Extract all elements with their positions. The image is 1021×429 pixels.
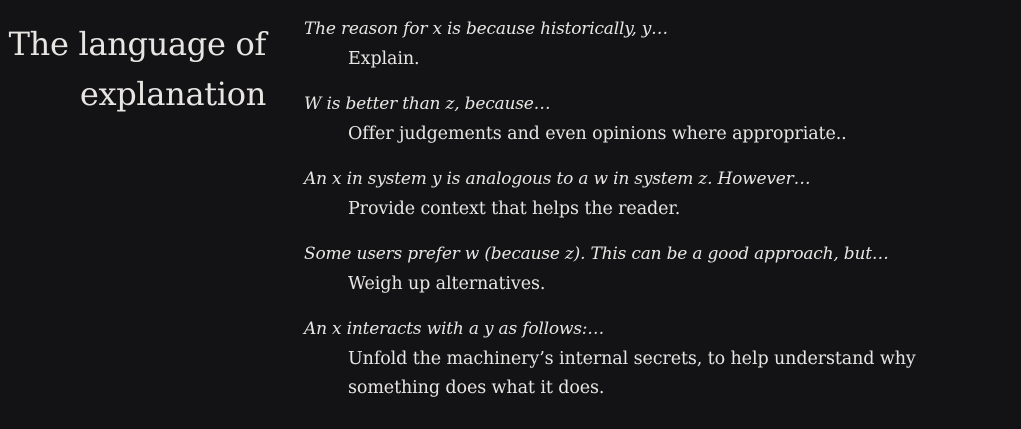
phrase-description: Unfold the machinery’s internal secrets,…	[348, 349, 916, 398]
section-heading: The language of explanation	[8, 25, 267, 113]
phrase-term: W is better than z, because…	[304, 94, 551, 114]
phrase-term: Some users prefer w (because z). This ca…	[304, 244, 889, 264]
phrase-description: Provide context that helps the reader.	[348, 199, 681, 219]
phrase-term: An x interacts with a y as follows:…	[304, 319, 605, 339]
phrase-description: Weigh up alternatives.	[348, 274, 546, 294]
phrase-term: The reason for x is because historically…	[304, 19, 668, 39]
phrase-description: Explain.	[348, 49, 420, 69]
phrase-term: An x in system y is analogous to a w in …	[304, 169, 811, 189]
explanation-phrase-list: The reason for x is because historically…	[304, 14, 1004, 418]
phrase-description: Offer judgements and even opinions where…	[348, 124, 847, 144]
